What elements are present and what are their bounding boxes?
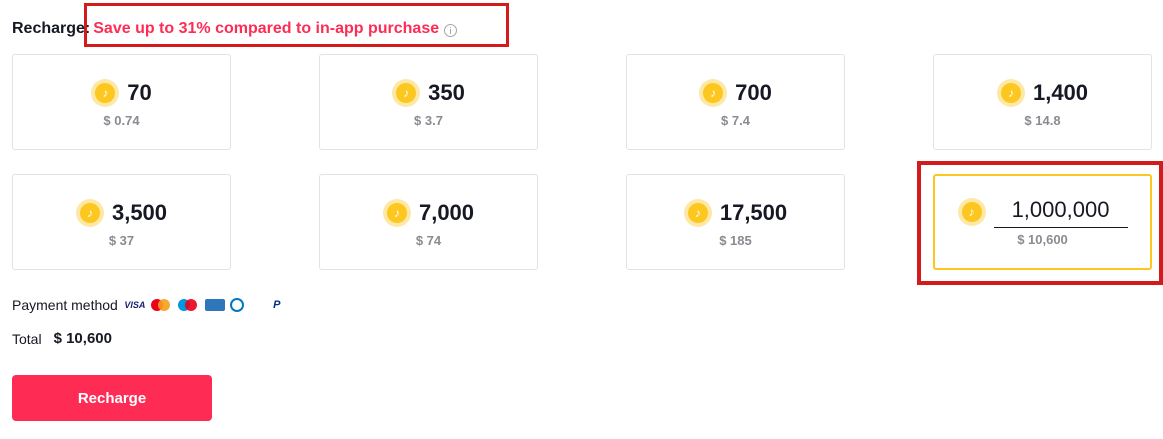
package-row: ♪ 70 — [13, 77, 230, 109]
diners-icon — [229, 298, 244, 312]
package-price: $ 3.7 — [414, 113, 443, 128]
paypal-icon: P — [273, 299, 281, 311]
coin-package-350[interactable]: ♪ 350 $ 3.7 — [319, 54, 538, 150]
coin-icon: ♪ — [683, 199, 712, 227]
package-row: ♪ 7,000 — [320, 197, 537, 229]
coin-icon: ♪ — [392, 79, 421, 107]
package-price: $ 37 — [108, 233, 135, 248]
coin-package-70[interactable]: ♪ 70 $ 0.74 — [12, 54, 231, 150]
payment-method: Payment method VISA P — [12, 296, 287, 314]
coin-icon: ♪ — [382, 199, 411, 227]
jcb-icon — [249, 299, 267, 311]
maestro-icon — [177, 298, 200, 312]
package-coins: 70 — [127, 80, 152, 105]
package-coins: 700 — [735, 80, 772, 105]
package-coins: 7,000 — [418, 200, 475, 225]
coin-package-1400[interactable]: ♪ 1,400 $ 14.8 — [933, 54, 1152, 150]
coin-icon: ♪ — [957, 198, 986, 226]
total-row: Total $ 10,600 — [12, 330, 112, 347]
package-coins: 1,400 — [1032, 80, 1089, 105]
package-row: ♪ 350 — [320, 77, 537, 109]
recharge-button[interactable]: Recharge — [12, 375, 212, 421]
payment-icons: VISA P — [124, 298, 287, 312]
package-coins: 17,500 — [719, 200, 788, 225]
package-price: $ 0.74 — [103, 113, 140, 128]
package-price: $ 7.4 — [721, 113, 750, 128]
annotation-highlight-custom — [917, 161, 1163, 285]
package-price: $ 14.8 — [1024, 113, 1061, 128]
visa-icon: VISA — [124, 300, 146, 310]
coin-icon: ♪ — [75, 199, 104, 227]
total-value: $ 10,600 — [53, 330, 112, 347]
package-row: ♪ 1,400 — [934, 77, 1151, 109]
coin-icon: ♪ — [91, 79, 120, 107]
annotation-highlight-promo — [84, 3, 509, 47]
coin-package-700[interactable]: ♪ 700 $ 7.4 — [626, 54, 845, 150]
mastercard-icon — [150, 298, 173, 312]
coin-package-7000[interactable]: ♪ 7,000 $ 74 — [319, 174, 538, 270]
recharge-title: Recharge — [12, 20, 85, 37]
package-price: $ 185 — [719, 233, 752, 248]
amex-icon — [204, 299, 225, 311]
package-price: $ 74 — [415, 233, 442, 248]
package-row: ♪ 17,500 — [627, 197, 844, 229]
package-coins: 3,500 — [111, 200, 168, 225]
package-coins: 350 — [428, 80, 465, 105]
payment-method-label: Payment method — [12, 297, 118, 313]
coin-icon: ♪ — [699, 79, 728, 107]
package-row: ♪ 700 — [627, 77, 844, 109]
total-label: Total — [12, 330, 42, 347]
coin-package-17500[interactable]: ♪ 17,500 $ 185 — [626, 174, 845, 270]
coin-icon: ♪ — [996, 79, 1025, 107]
coin-package-3500[interactable]: ♪ 3,500 $ 37 — [12, 174, 231, 270]
package-row: ♪ 3,500 — [13, 197, 230, 229]
